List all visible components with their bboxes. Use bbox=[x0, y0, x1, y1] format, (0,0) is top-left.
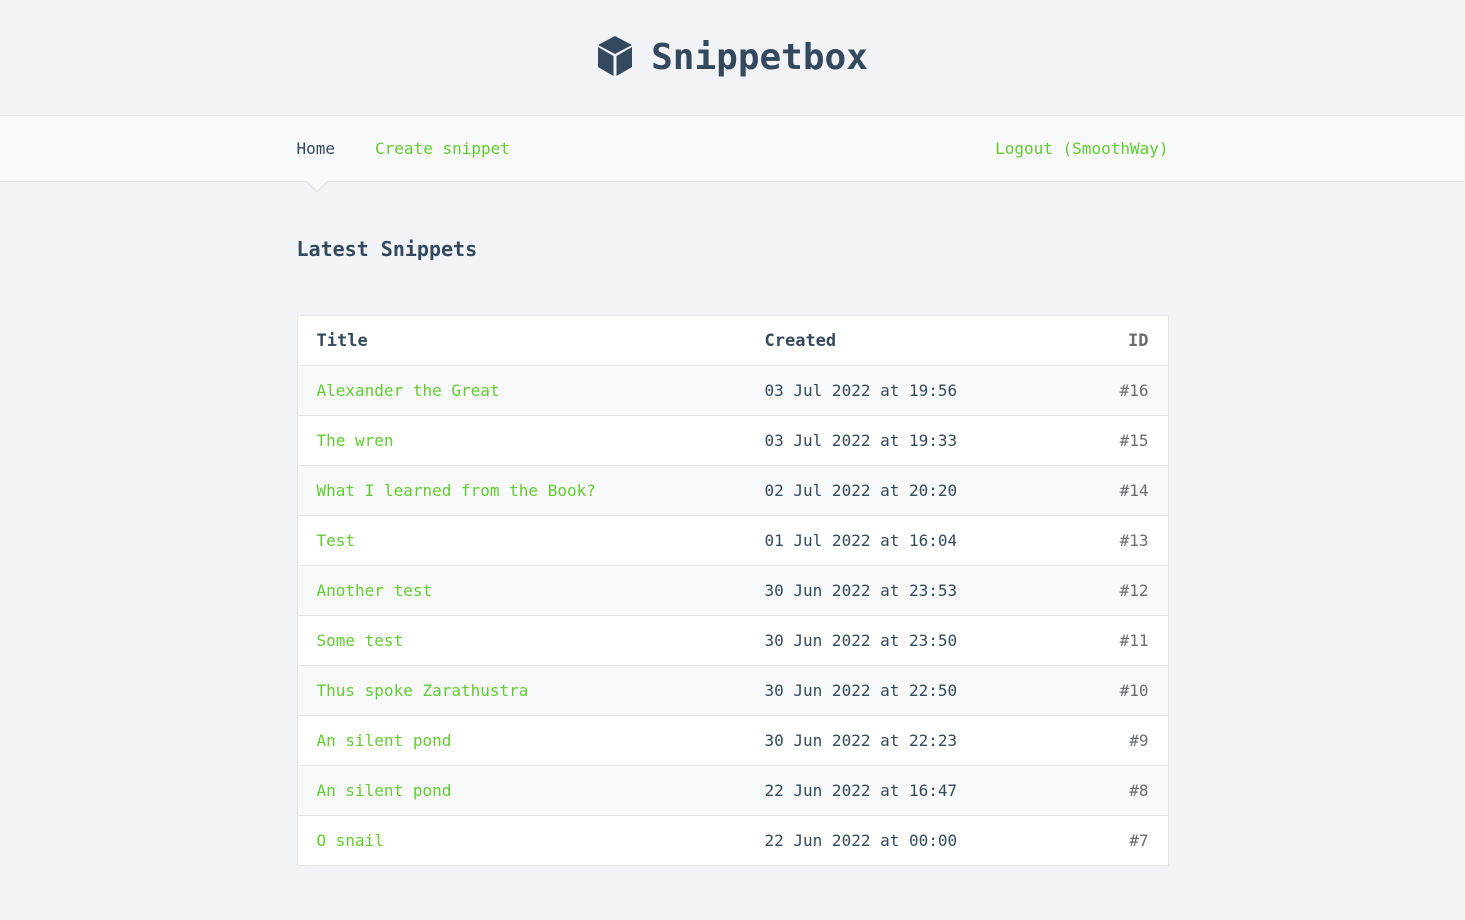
snippet-title-link[interactable]: Alexander the Great bbox=[317, 381, 500, 400]
nav-logout-link[interactable]: Logout (SmoothWay) bbox=[995, 139, 1168, 158]
snippet-created-cell: 30 Jun 2022 at 22:50 bbox=[745, 665, 1073, 716]
table-row: The wren 03 Jul 2022 at 19:33 #15 bbox=[297, 415, 1168, 466]
column-header-created: Created bbox=[745, 315, 1073, 366]
table-row: An silent pond 22 Jun 2022 at 16:47 #8 bbox=[297, 765, 1168, 816]
snippet-title-link[interactable]: What I learned from the Book? bbox=[317, 481, 596, 500]
snippet-id-cell: #10 bbox=[1072, 665, 1168, 716]
snippet-title-link[interactable]: The wren bbox=[317, 431, 394, 450]
snippet-created-cell: 30 Jun 2022 at 22:23 bbox=[745, 715, 1073, 766]
snippet-title-cell: An silent pond bbox=[297, 765, 746, 816]
snippet-title-cell: O snail bbox=[297, 815, 746, 866]
snippet-id-cell: #8 bbox=[1072, 765, 1168, 816]
snippet-title-cell: Alexander the Great bbox=[297, 365, 746, 416]
table-row: Test 01 Jul 2022 at 16:04 #13 bbox=[297, 515, 1168, 566]
snippet-created-cell: 01 Jul 2022 at 16:04 bbox=[745, 515, 1073, 566]
snippet-title-cell: An silent pond bbox=[297, 715, 746, 766]
snippet-created-cell: 22 Jun 2022 at 00:00 bbox=[745, 815, 1073, 866]
snippet-title-cell: Some test bbox=[297, 615, 746, 666]
snippet-created-cell: 30 Jun 2022 at 23:53 bbox=[745, 565, 1073, 616]
snippet-id-cell: #7 bbox=[1072, 815, 1168, 866]
snippet-id-cell: #11 bbox=[1072, 615, 1168, 666]
brand-link[interactable]: Snippetbox bbox=[597, 35, 868, 81]
table-row: Some test 30 Jun 2022 at 23:50 #11 bbox=[297, 615, 1168, 666]
snippet-title-cell: What I learned from the Book? bbox=[297, 465, 746, 516]
snippet-created-cell: 03 Jul 2022 at 19:56 bbox=[745, 365, 1073, 416]
cube-icon bbox=[597, 35, 633, 81]
snippet-title-link[interactable]: An silent pond bbox=[317, 781, 452, 800]
snippet-id-cell: #16 bbox=[1072, 365, 1168, 416]
nav-home-link[interactable]: Home bbox=[297, 139, 336, 158]
snippet-created-cell: 30 Jun 2022 at 23:50 bbox=[745, 615, 1073, 666]
snippet-created-cell: 22 Jun 2022 at 16:47 bbox=[745, 765, 1073, 816]
table-row: What I learned from the Book? 02 Jul 2022… bbox=[297, 465, 1168, 516]
snippet-id-cell: #14 bbox=[1072, 465, 1168, 516]
snippet-created-cell: 02 Jul 2022 at 20:20 bbox=[745, 465, 1073, 516]
nav-create-snippet-link[interactable]: Create snippet bbox=[375, 139, 510, 158]
snippet-title-link[interactable]: Another test bbox=[317, 581, 433, 600]
table-header-row: Title Created ID bbox=[297, 315, 1168, 366]
active-nav-indicator bbox=[305, 181, 328, 193]
snippet-title-link[interactable]: O snail bbox=[317, 831, 384, 850]
column-header-title: Title bbox=[297, 315, 746, 366]
snippet-created-cell: 03 Jul 2022 at 19:33 bbox=[745, 415, 1073, 466]
snippet-id-cell: #13 bbox=[1072, 515, 1168, 566]
snippet-id-cell: #12 bbox=[1072, 565, 1168, 616]
snippet-id-cell: #9 bbox=[1072, 715, 1168, 766]
snippet-title-cell: Test bbox=[297, 515, 746, 566]
column-header-id: ID bbox=[1072, 315, 1168, 366]
snippet-title-link[interactable]: Test bbox=[317, 531, 356, 550]
main-nav: Home Create snippet Logout (SmoothWay) bbox=[0, 115, 1465, 193]
snippet-id-cell: #15 bbox=[1072, 415, 1168, 466]
table-row: O snail 22 Jun 2022 at 00:00 #7 bbox=[297, 815, 1168, 866]
snippet-title-cell: The wren bbox=[297, 415, 746, 466]
snippet-title-link[interactable]: An silent pond bbox=[317, 731, 452, 750]
site-header: Snippetbox bbox=[0, 0, 1465, 115]
table-row: Another test 30 Jun 2022 at 23:53 #12 bbox=[297, 565, 1168, 616]
table-row: An silent pond 30 Jun 2022 at 22:23 #9 bbox=[297, 715, 1168, 766]
table-row: Thus spoke Zarathustra 30 Jun 2022 at 22:… bbox=[297, 665, 1168, 716]
brand-title: Snippetbox bbox=[651, 37, 868, 78]
main-content: Latest Snippets Title Created ID Alexand… bbox=[296, 182, 1169, 866]
snippet-title-cell: Another test bbox=[297, 565, 746, 616]
page-title: Latest Snippets bbox=[296, 237, 478, 261]
snippet-title-cell: Thus spoke Zarathustra bbox=[297, 665, 746, 716]
snippets-table: Title Created ID Alexander the Great 03 J… bbox=[296, 315, 1169, 866]
table-row: Alexander the Great 03 Jul 2022 at 19:56 #… bbox=[297, 365, 1168, 416]
snippet-title-link[interactable]: Thus spoke Zarathustra bbox=[317, 681, 529, 700]
snippet-title-link[interactable]: Some test bbox=[317, 631, 404, 650]
